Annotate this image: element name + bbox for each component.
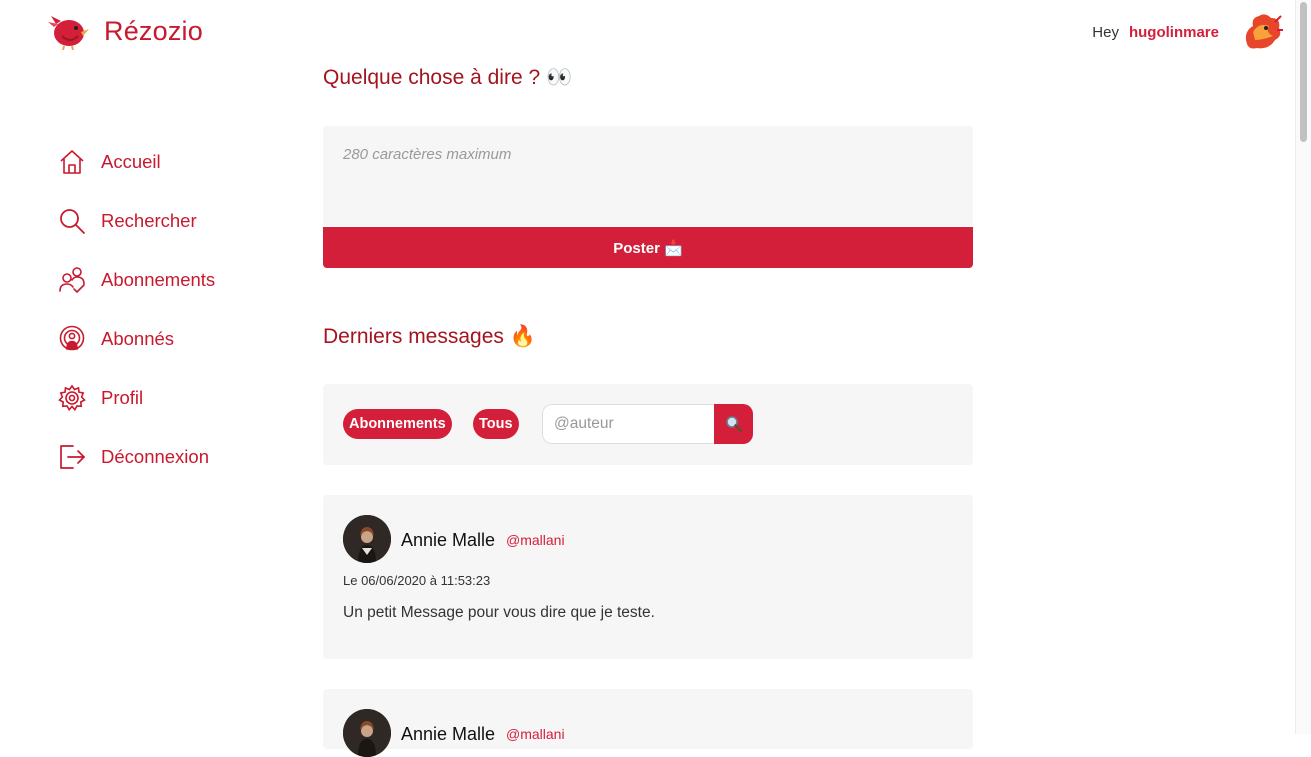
logout-icon — [60, 444, 85, 469]
filter-subscriptions-button[interactable]: Abonnements — [343, 409, 452, 439]
sidebar-item-accueil[interactable]: Accueil — [58, 132, 215, 191]
sidebar-item-label: Profil — [101, 386, 144, 408]
brand-logo[interactable]: Rézozio — [48, 12, 203, 50]
broadcast-icon — [59, 325, 85, 350]
author-search-input[interactable] — [542, 404, 714, 444]
scrollbar-thumb[interactable] — [1300, 2, 1307, 142]
post-button[interactable]: Poster 📩 — [323, 227, 973, 268]
bird-logo-icon — [48, 16, 89, 50]
message-text: Un petit Message pour vous dire que je t… — [343, 604, 655, 621]
compose-title: Quelque chose à dire ? 👀 — [323, 66, 573, 89]
gear-icon — [58, 384, 86, 411]
sidebar-nav: Accueil Rechercher Abonnements Abonnés P… — [58, 132, 215, 486]
feed-title: Derniers messages 🔥 — [323, 325, 536, 348]
author-handle[interactable]: @mallani — [506, 726, 565, 742]
sidebar-item-profil[interactable]: Profil — [58, 368, 215, 427]
sidebar-item-label: Rechercher — [101, 209, 197, 231]
page-scrollbar[interactable] — [1295, 0, 1311, 734]
author-search-button[interactable] — [714, 404, 753, 444]
search-icon — [60, 208, 85, 234]
message-card: Annie Malle @mallani Le 06/06/2020 à 11:… — [323, 495, 973, 659]
sidebar-item-rechercher[interactable]: Rechercher — [58, 191, 215, 250]
author-avatar[interactable] — [343, 709, 391, 757]
sidebar-item-abonnements[interactable]: Abonnements — [58, 250, 215, 309]
author-portrait-icon — [343, 709, 391, 757]
author-name: Annie Malle — [401, 530, 496, 550]
author-handle[interactable]: @mallani — [506, 532, 565, 548]
author-name: Annie Malle — [401, 724, 496, 744]
user-greeting: Hey hugolinmare — [1092, 10, 1283, 54]
brand-name: Rézozio — [104, 15, 203, 46]
message-date: Le 06/06/2020 à 11:53:23 — [343, 573, 491, 588]
home-icon — [60, 149, 84, 174]
username-link[interactable]: hugolinmare — [1129, 24, 1219, 41]
sidebar-item-abonnes[interactable]: Abonnés — [58, 309, 215, 368]
author-portrait-icon — [343, 515, 391, 563]
sidebar-item-label: Abonnés — [101, 327, 175, 349]
user-avatar[interactable] — [1239, 10, 1283, 54]
feed-filter-bar: Abonnements Tous — [323, 384, 973, 465]
magnifier-icon — [725, 416, 742, 433]
sidebar-item-label: Déconnexion — [101, 445, 209, 467]
sidebar-item-label: Accueil — [101, 150, 161, 172]
message-card: Annie Malle @mallani — [323, 689, 973, 757]
sidebar-item-label: Abonnements — [101, 268, 216, 290]
sidebar-item-deconnexion[interactable]: Déconnexion — [58, 427, 215, 486]
filter-all-button[interactable]: Tous — [473, 409, 519, 439]
greeting-text: Hey — [1092, 23, 1119, 41]
author-avatar[interactable] — [343, 515, 391, 563]
message-input[interactable] — [323, 126, 973, 226]
users-check-icon — [59, 266, 85, 293]
